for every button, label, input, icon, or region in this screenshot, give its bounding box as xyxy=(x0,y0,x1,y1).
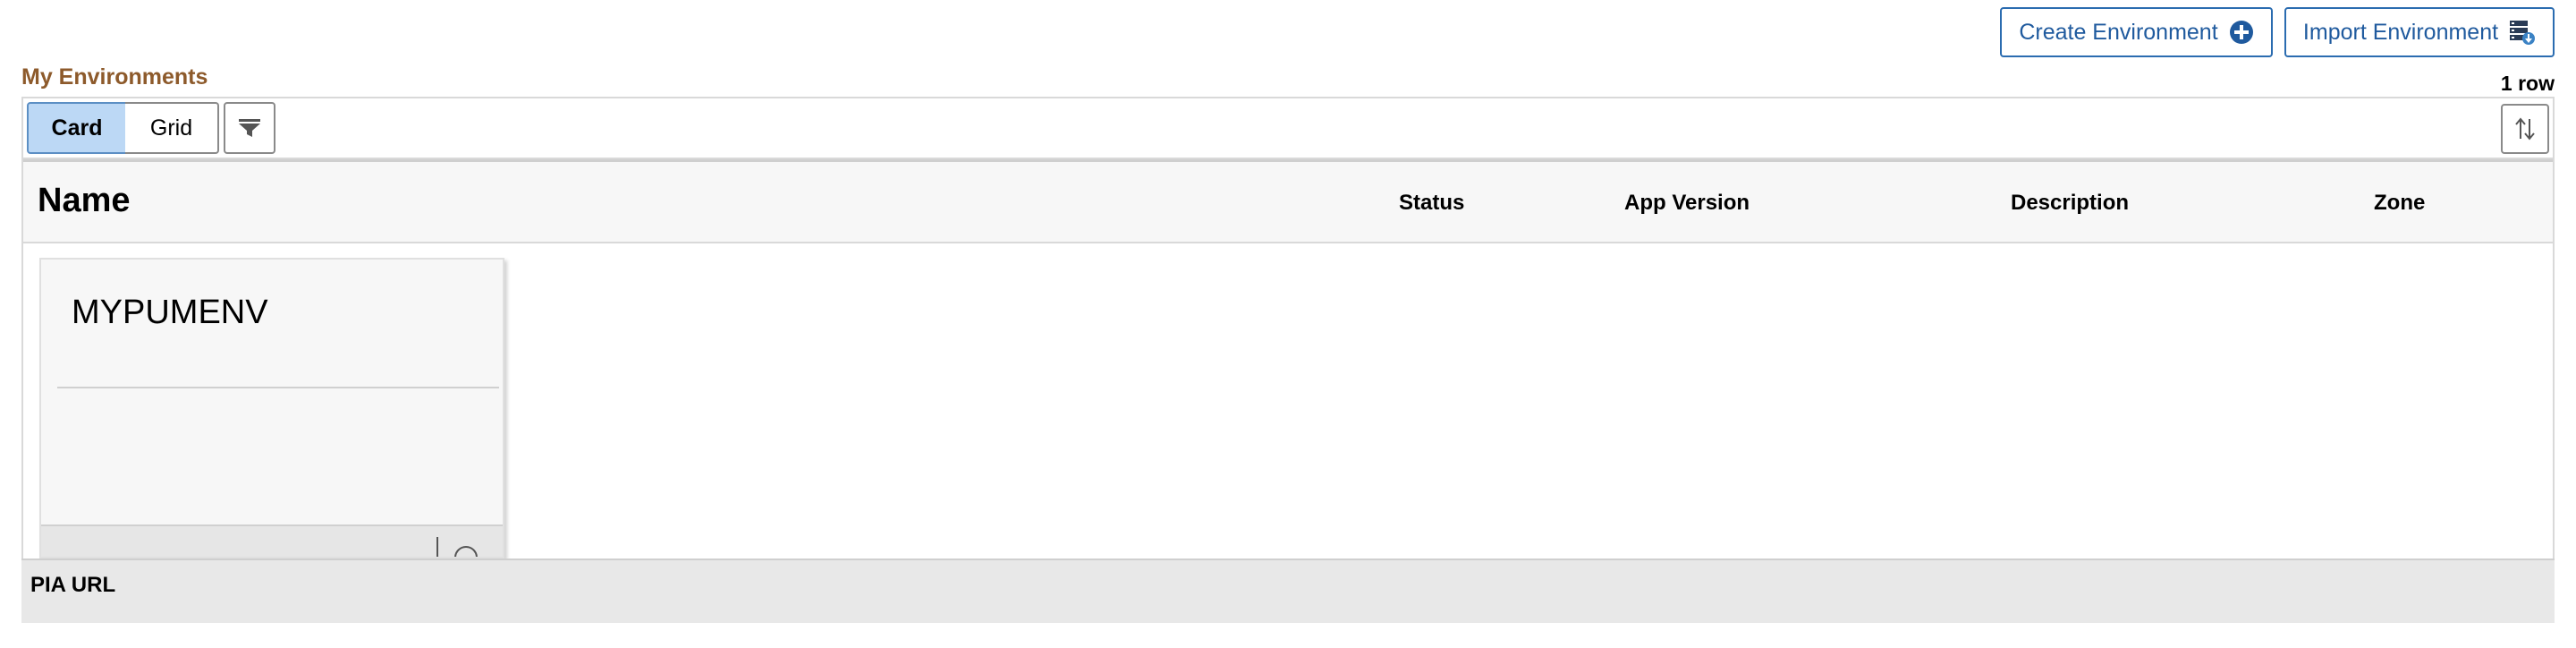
card-footer-separator xyxy=(436,537,438,557)
pia-url-bar: PIA URL xyxy=(21,558,2555,623)
card-view-toggle[interactable]: Card xyxy=(27,102,127,154)
column-header-zone[interactable]: Zone xyxy=(2374,191,2425,216)
import-environment-label: Import Environment xyxy=(2302,19,2499,45)
pia-url-label: PIA URL xyxy=(30,573,116,597)
card-divider xyxy=(57,387,499,388)
view-toolbar: Card Grid xyxy=(21,97,2555,159)
column-header-description[interactable]: Description xyxy=(2011,191,2129,216)
row-count: 1 row xyxy=(2500,72,2555,95)
column-header-app-version[interactable]: App Version xyxy=(1624,191,1750,216)
server-import-icon xyxy=(2509,19,2536,46)
column-header-row: Name Status App Version Description Zone xyxy=(23,159,2553,243)
card-footer xyxy=(41,524,503,557)
sort-button[interactable] xyxy=(2501,104,2549,154)
import-environment-button[interactable]: Import Environment xyxy=(2284,7,2555,57)
environment-card-title: MYPUMENV xyxy=(72,294,268,331)
column-header-status[interactable]: Status xyxy=(1399,191,1464,216)
create-environment-label: Create Environment xyxy=(2019,19,2218,45)
environment-card[interactable]: MYPUMENV xyxy=(39,258,504,558)
sort-icon xyxy=(2512,116,2538,141)
filter-button[interactable] xyxy=(224,102,275,154)
grid-view-toggle[interactable]: Grid xyxy=(125,102,219,154)
card-action-icon[interactable] xyxy=(454,546,478,557)
create-environment-button[interactable]: Create Environment xyxy=(2000,7,2273,57)
column-header-name[interactable]: Name xyxy=(38,182,131,220)
plus-circle-icon xyxy=(2229,20,2254,45)
environments-content: Name Status App Version Description Zone… xyxy=(21,159,2555,558)
section-title: My Environments xyxy=(21,64,208,90)
filter-icon xyxy=(238,118,261,138)
